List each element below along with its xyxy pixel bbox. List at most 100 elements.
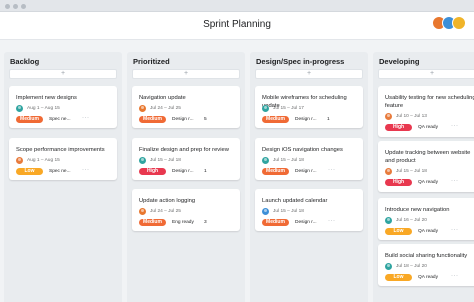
due-date[interactable]: Jul 24 – Jul 25	[150, 209, 181, 214]
status-tag[interactable]: Design r...	[172, 169, 194, 174]
task-tags: Medium Design r... 1	[262, 116, 362, 123]
task-meta: Jul 15 – Jul 18	[139, 157, 237, 165]
add-task-button[interactable]: +	[132, 69, 240, 79]
window-maximize-dot[interactable]	[21, 4, 26, 9]
status-tag[interactable]: QA ready	[418, 229, 438, 234]
task-card[interactable]: Mobile wireframes for scheduling update J…	[255, 86, 363, 128]
more-icon[interactable]: ···	[451, 227, 459, 233]
column-title[interactable]: Prioritized	[133, 57, 170, 66]
more-icon[interactable]: ···	[82, 167, 90, 173]
member-avatar[interactable]	[452, 16, 466, 30]
task-card[interactable]: Launch updated calendar Jul 15 – Jul 18 Me…	[255, 189, 363, 231]
task-title: Launch updated calendar	[262, 198, 328, 204]
app-window: Sprint Planning Backlog + Implement new de…	[0, 0, 474, 302]
priority-badge[interactable]: Medium	[16, 116, 43, 123]
due-date[interactable]: Aug 1 – Aug 15	[27, 158, 60, 163]
add-task-button[interactable]: +	[255, 69, 363, 79]
priority-badge[interactable]: Low	[16, 168, 43, 175]
more-icon[interactable]: ···	[451, 178, 459, 184]
assignee-avatar[interactable]	[16, 105, 23, 112]
add-task-button[interactable]: +	[9, 69, 117, 79]
assignee-avatar[interactable]	[139, 208, 146, 215]
priority-badge[interactable]: Low	[385, 274, 412, 281]
task-title: Usability testing for new scheduling fea…	[385, 95, 474, 109]
priority-badge[interactable]: High	[139, 168, 166, 175]
status-tag[interactable]: Eng ready	[172, 220, 194, 225]
task-card[interactable]: Navigation update Jul 24 – Jul 25 Medium De…	[132, 86, 240, 128]
more-icon[interactable]: ···	[328, 218, 336, 224]
assignee-avatar[interactable]	[385, 217, 392, 224]
window-minimize-dot[interactable]	[13, 4, 18, 9]
status-tag[interactable]: Spec ne...	[49, 169, 71, 174]
project-members[interactable]	[432, 16, 468, 32]
priority-badge[interactable]: Medium	[139, 219, 166, 226]
due-date[interactable]: Jul 15 – Jul 18	[396, 169, 427, 174]
column-title[interactable]: Backlog	[10, 57, 39, 66]
window-close-dot[interactable]	[5, 4, 10, 9]
assignee-avatar[interactable]	[262, 208, 269, 215]
task-card[interactable]: Scope performance improvements Aug 1 – Au…	[9, 138, 117, 180]
task-card[interactable]: Design iOS navigation changes Jul 15 – Ju…	[255, 138, 363, 180]
priority-badge[interactable]: Medium	[139, 116, 166, 123]
due-date[interactable]: Aug 1 – Aug 15	[27, 106, 60, 111]
more-icon[interactable]: ···	[451, 123, 459, 129]
assignee-avatar[interactable]	[139, 105, 146, 112]
task-tags: Medium Eng ready 3	[139, 219, 239, 226]
status-tag[interactable]: QA ready	[418, 125, 438, 130]
task-meta: Jul 18 – Jul 20	[385, 263, 474, 271]
status-tag[interactable]: Design r...	[295, 169, 317, 174]
due-date[interactable]: Jul 15 – Jul 17	[273, 106, 304, 111]
task-card[interactable]: Update tracking between website and prod…	[378, 141, 474, 192]
task-meta: Jul 15 – Jul 18	[262, 208, 360, 216]
assignee-avatar[interactable]	[385, 263, 392, 270]
task-card[interactable]: Implement new designs Aug 1 – Aug 15 Mediu…	[9, 86, 117, 128]
due-date[interactable]: Jul 24 – Jul 25	[150, 106, 181, 111]
priority-badge[interactable]: Medium	[262, 219, 289, 226]
due-date[interactable]: Jul 10 – Jul 13	[396, 114, 427, 119]
due-date[interactable]: Jul 15 – Jul 18	[273, 209, 304, 214]
subtask-count: 3	[204, 219, 207, 225]
task-card[interactable]: Usability testing for new scheduling fea…	[378, 86, 474, 137]
task-card[interactable]: Finalize design and prep for review Jul 1…	[132, 138, 240, 180]
task-tags: Low QA ready ···	[385, 227, 474, 235]
more-icon[interactable]: ···	[82, 115, 90, 121]
task-card[interactable]: Build social sharing functionality Jul 18…	[378, 244, 474, 286]
task-card[interactable]: Update action logging Jul 24 – Jul 25 Medi…	[132, 189, 240, 231]
assignee-avatar[interactable]	[139, 157, 146, 164]
due-date[interactable]: Jul 16 – Jul 20	[396, 218, 427, 223]
assignee-avatar[interactable]	[385, 168, 392, 175]
status-tag[interactable]: Spec ne...	[49, 117, 71, 122]
priority-badge[interactable]: High	[385, 124, 412, 131]
due-date[interactable]: Jul 15 – Jul 18	[273, 158, 304, 163]
assignee-avatar[interactable]	[262, 157, 269, 164]
priority-badge[interactable]: High	[385, 179, 412, 186]
due-date[interactable]: Jul 18 – Jul 20	[396, 264, 427, 269]
assignee-avatar[interactable]	[16, 157, 23, 164]
priority-badge[interactable]: Medium	[262, 116, 289, 123]
more-icon[interactable]: ···	[451, 273, 459, 279]
subtask-count: 1	[204, 168, 207, 174]
add-task-button[interactable]: +	[378, 69, 474, 79]
assignee-avatar[interactable]	[385, 113, 392, 120]
priority-badge[interactable]: Medium	[262, 168, 289, 175]
task-title: Build social sharing functionality	[385, 253, 468, 259]
task-tags: Medium Design r... 5	[139, 116, 239, 123]
task-meta: Aug 1 – Aug 15	[16, 105, 114, 113]
column-title[interactable]: Design/Spec in-progress	[256, 57, 344, 66]
more-icon[interactable]: ···	[328, 167, 336, 173]
task-meta: Jul 15 – Jul 18	[385, 168, 474, 176]
status-tag[interactable]: Design r...	[295, 220, 317, 225]
column-title[interactable]: Developing	[379, 57, 419, 66]
status-tag[interactable]: QA ready	[418, 275, 438, 280]
priority-badge[interactable]: Low	[385, 228, 412, 235]
page-title: Sprint Planning	[203, 19, 271, 30]
status-tag[interactable]: Design r...	[295, 117, 317, 122]
due-date[interactable]: Jul 15 – Jul 18	[150, 158, 181, 163]
task-title: Introduce new navigation	[385, 207, 450, 213]
board-column: Design/Spec in-progress + Mobile wireframe…	[250, 52, 368, 302]
status-tag[interactable]: Design r...	[172, 117, 194, 122]
task-card[interactable]: Introduce new navigation Jul 16 – Jul 20 L…	[378, 198, 474, 240]
project-header: Sprint Planning	[0, 12, 474, 40]
status-tag[interactable]: QA ready	[418, 180, 438, 185]
assignee-avatar[interactable]	[262, 105, 269, 112]
